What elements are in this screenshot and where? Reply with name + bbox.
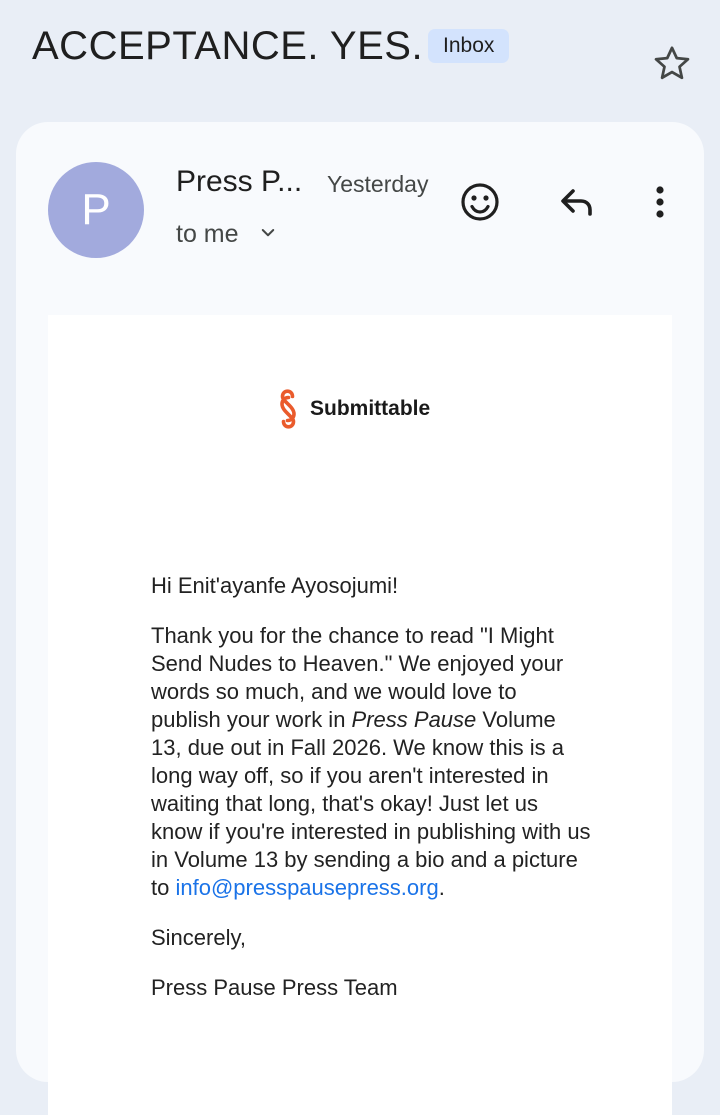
submittable-logo-icon	[280, 389, 296, 429]
paragraph-end: .	[438, 875, 445, 900]
reply-button[interactable]	[553, 178, 601, 226]
closing: Sincerely,	[151, 925, 246, 950]
recipient-toggle[interactable]: to me	[176, 218, 277, 250]
main-paragraph: Thank you for the chance to read "I Migh…	[151, 622, 591, 902]
greeting: Hi Enit'ayanfe Ayosojumi!	[151, 573, 399, 598]
more-vertical-icon	[636, 178, 684, 226]
email-subject: ACCEPTANCE. YES.	[32, 24, 424, 68]
sender-avatar[interactable]: P	[48, 162, 144, 258]
add-reaction-button[interactable]	[456, 178, 504, 226]
paragraph-text-part2: Volume 13, due out in Fall 2026. We know…	[151, 707, 591, 900]
journal-title: Press Pause	[351, 707, 477, 732]
email-date: Yesterday	[327, 171, 429, 197]
subject-row: ACCEPTANCE. YES. Inbox	[32, 22, 720, 80]
email-body: Submittable Hi Enit'ayanfe Ayosojumi! Th…	[48, 315, 672, 1115]
email-card: P Press P... Yesterday to me Submittable…	[16, 122, 704, 1115]
message-content: Hi Enit'ayanfe Ayosojumi! Thank you for …	[151, 572, 591, 1024]
sender-name[interactable]: Press P...	[176, 164, 302, 200]
add-reaction-icon	[456, 178, 504, 226]
more-options-button[interactable]	[636, 178, 684, 226]
recipient-label: to me	[176, 220, 239, 248]
contact-email-link[interactable]: info@presspausepress.org	[175, 875, 438, 900]
inbox-label-badge[interactable]: Inbox	[428, 29, 510, 63]
signature: Press Pause Press Team	[151, 975, 398, 1000]
submittable-logo-text: Submittable	[310, 397, 431, 420]
star-icon[interactable]	[650, 42, 694, 86]
reply-icon	[553, 178, 601, 226]
chevron-down-icon	[259, 218, 277, 237]
